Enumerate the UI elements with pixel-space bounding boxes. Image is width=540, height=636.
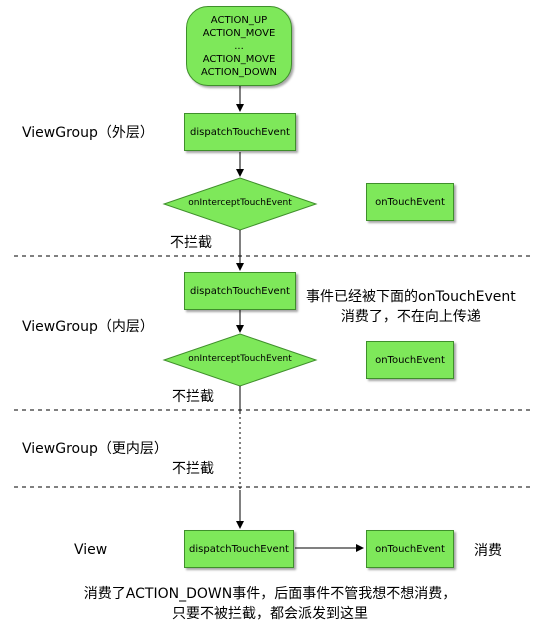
view-touch-box: onTouchEvent xyxy=(366,530,454,568)
inner-dispatch-box: dispatchTouchEvent xyxy=(184,272,296,310)
outer-viewgroup-label: ViewGroup（外层） xyxy=(22,125,154,141)
outer-dispatch-box: dispatchTouchEvent xyxy=(184,113,296,151)
event-line: ACTION_MOVE xyxy=(202,27,276,39)
outer-intercept-label: onInterceptTouchEvent xyxy=(188,198,292,208)
outer-touch-box: onTouchEvent xyxy=(366,183,454,221)
inner-note-line2: 消费了，不在向上传递 xyxy=(340,309,481,325)
event-sequence-node: ACTION_UP ACTION_MOVE ... ACTION_MOVE AC… xyxy=(186,6,292,86)
inner-no-intercept: 不拦截 xyxy=(172,389,214,405)
view-dispatch-box: dispatchTouchEvent xyxy=(184,530,294,568)
inner-touch-box: onTouchEvent xyxy=(366,341,454,379)
outer-no-intercept: 不拦截 xyxy=(170,235,212,251)
inner-note-line1: 事件已经被下面的onTouchEvent xyxy=(306,289,516,305)
view-label: View xyxy=(74,542,108,558)
footer-note: 消费了ACTION_DOWN事件，后面事件不管我想不想消费， 只要不被拦截，都会… xyxy=(0,584,540,624)
event-line: ACTION_DOWN xyxy=(201,66,277,78)
footer-line2: 只要不被拦截，都会派发到这里 xyxy=(172,606,368,622)
event-line: ACTION_MOVE xyxy=(202,53,276,65)
innermost-no-intercept: 不拦截 xyxy=(172,461,214,477)
inner-intercept-label: onInterceptTouchEvent xyxy=(188,354,292,364)
event-line: ... xyxy=(234,40,244,52)
view-consume-label: 消费 xyxy=(474,543,502,559)
inner-viewgroup-label: ViewGroup（内层） xyxy=(22,319,154,335)
event-line: ACTION_UP xyxy=(210,14,268,26)
inner-note: 事件已经被下面的onTouchEvent 消费了，不在向上传递 xyxy=(306,287,516,327)
footer-line1: 消费了ACTION_DOWN事件，后面事件不管我想不想消费， xyxy=(83,586,457,602)
innermost-viewgroup-label: ViewGroup（更内层） xyxy=(22,441,168,457)
